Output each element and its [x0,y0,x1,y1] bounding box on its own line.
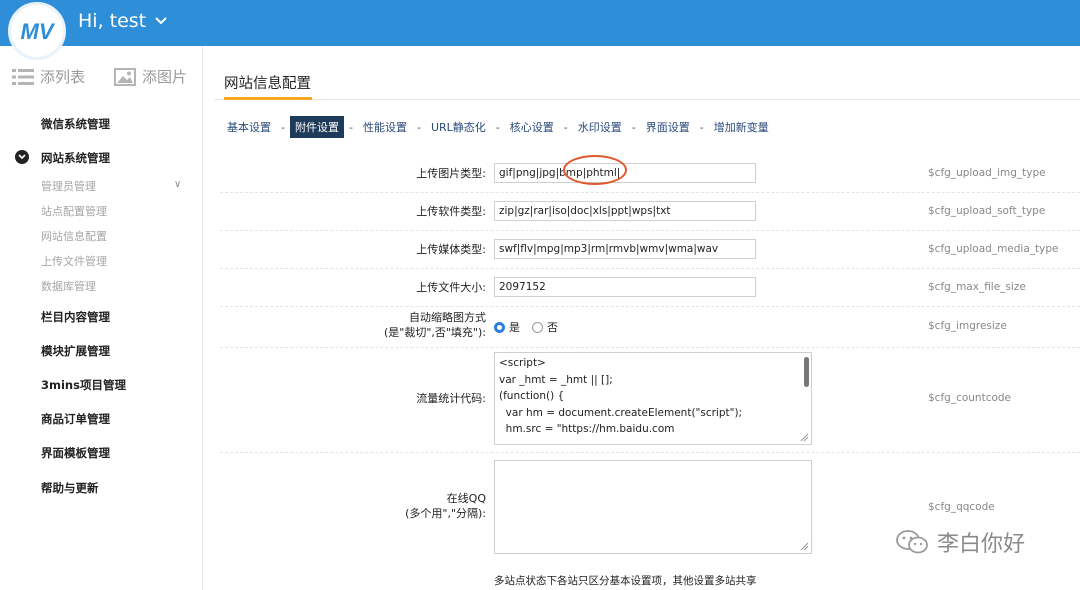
tab-separator: - [348,120,353,134]
watermark: 李白你好 [895,526,1025,558]
sidebar-item-content[interactable]: 栏目内容管理 [41,309,110,325]
img-type-var: $cfg_upload_img_type [928,167,1046,179]
sidebar-subitem-site-config[interactable]: 站点配置管理 [41,203,107,219]
sidebar-item-wechat[interactable]: 微信系统管理 [41,116,110,132]
sidebar-item-modules[interactable]: 模块扩展管理 [41,343,110,359]
highlight-annotation-circle [563,155,627,185]
soft-type-label: 上传软件类型: [416,205,486,218]
max-size-input[interactable] [494,277,756,297]
sidebar-item-orders[interactable]: 商品订单管理 [41,411,110,427]
sidebar-item-projects[interactable]: 3mins项目管理 [41,377,126,393]
sidebar-subitem-uploads[interactable]: 上传文件管理 [41,253,107,269]
tab-attachments[interactable]: 附件设置 [289,116,344,138]
countcode-scrollbar[interactable] [804,357,809,387]
setting-row-img-type: 上传图片类型: $cfg_upload_img_type [220,155,1080,193]
img-type-label: 上传图片类型: [416,167,486,180]
greeting-text: Hi, test [78,10,147,32]
quick-add-image-label: 添图片 [142,68,188,86]
media-type-input[interactable] [494,239,756,259]
soft-type-input[interactable] [494,201,756,221]
title-accent-underline [224,97,312,100]
watermark-text: 李白你好 [937,532,1026,557]
setting-row-soft-type: 上传软件类型: $cfg_upload_soft_type [220,193,1080,231]
wechat-icon [896,530,928,554]
quick-add-image[interactable]: 添图片 [114,66,187,87]
submenu-caret-icon[interactable]: ∨ [174,179,181,190]
multisite-note: 多站点状态下各站只区分基本设置项，其他设置多站共享 [494,575,757,587]
sidebar-subitem-admins[interactable]: 管理员管理 [41,178,96,194]
imgresize-no-label[interactable]: 否 [547,319,558,335]
settings-tabs: 基本设置 - 附件设置 - 性能设置 - URL静态化 - 核心设置 - 水印设… [222,116,774,138]
chevron-down-icon [155,17,167,25]
page-title: 网站信息配置 [224,76,311,92]
media-type-var: $cfg_upload_media_type [928,243,1059,255]
user-menu[interactable]: Hi, test [78,10,168,32]
quick-add-list[interactable]: 添列表 [12,66,85,87]
qqcode-label-line1: 在线QQ [446,492,486,505]
qqcode-var: $cfg_qqcode [928,501,995,513]
tab-performance[interactable]: 性能设置 [358,116,412,138]
expanded-indicator-icon [15,150,29,164]
tab-core[interactable]: 核心设置 [505,116,559,138]
imgresize-label: 自动缩略图方式 (是"裁切",否"填充"): [384,310,486,340]
imgresize-yes-radio[interactable] [494,321,505,333]
imgresize-options: 是 否 [494,319,558,335]
tab-interface[interactable]: 界面设置 [641,116,695,138]
setting-row-media-type: 上传媒体类型: $cfg_upload_media_type [220,231,1080,269]
max-size-var: $cfg_max_file_size [928,281,1026,293]
imgresize-no-radio[interactable] [532,321,543,333]
tab-basic[interactable]: 基本设置 [222,116,276,138]
countcode-label: 流量统计代码: [416,392,486,405]
setting-row-imgresize: 自动缩略图方式 (是"裁切",否"填充"): 是 否 $cfg_imgresiz… [220,307,1080,348]
max-size-label: 上传文件大小: [416,281,486,294]
imgresize-label-line1: 自动缩略图方式 [409,311,486,324]
resize-grip-icon[interactable] [799,541,809,551]
list-icon [12,68,34,85]
imgresize-label-line2: (是"裁切",否"填充"): [383,326,486,339]
qqcode-textarea[interactable] [494,460,812,554]
qqcode-label: 在线QQ (多个用","分隔): [405,491,486,521]
setting-row-countcode: 流量统计代码: <script> var _hmt = _hmt || []; … [220,348,1080,453]
sidebar-subitem-site-info[interactable]: 网站信息配置 [41,228,107,244]
logo-mark-icon: MV [21,19,56,44]
setting-row-max-size: 上传文件大小: $cfg_max_file_size [220,269,1080,307]
brand-logo[interactable]: MV [8,2,66,60]
title-divider [214,99,1080,100]
tab-add-variable[interactable]: 增加新变量 [709,116,774,138]
sidebar: 添列表 添图片 微信系统管理 网站系统管理 管理员管理 ∨ 站点配置管理 网站信… [0,46,203,590]
svg-text:MV: MV [21,19,56,44]
tab-separator: - [563,120,568,134]
qqcode-label-line2: (多个用","分隔): [405,507,486,520]
imgresize-yes-label[interactable]: 是 [509,319,520,335]
media-type-label: 上传媒体类型: [416,243,486,256]
tab-separator: - [416,120,421,134]
tab-separator: - [699,120,704,134]
resize-grip-icon[interactable] [799,432,809,442]
quick-add-list-label: 添列表 [40,68,86,86]
soft-type-var: $cfg_upload_soft_type [928,205,1046,217]
countcode-textarea[interactable]: <script> var _hmt = _hmt || []; (functio… [494,352,812,445]
sidebar-item-templates[interactable]: 界面模板管理 [41,445,110,461]
sidebar-item-site-system[interactable]: 网站系统管理 [41,150,110,166]
imgresize-var: $cfg_imgresize [928,320,1007,332]
tab-separator: - [495,120,500,134]
countcode-var: $cfg_countcode [928,392,1012,404]
tab-watermark[interactable]: 水印设置 [573,116,627,138]
tab-separator: - [631,120,636,134]
tab-separator: - [281,120,285,134]
image-icon [114,67,136,86]
tab-url-static[interactable]: URL静态化 [426,116,491,138]
sidebar-item-help[interactable]: 帮助与更新 [41,480,99,496]
sidebar-subitem-database[interactable]: 数据库管理 [41,278,96,294]
